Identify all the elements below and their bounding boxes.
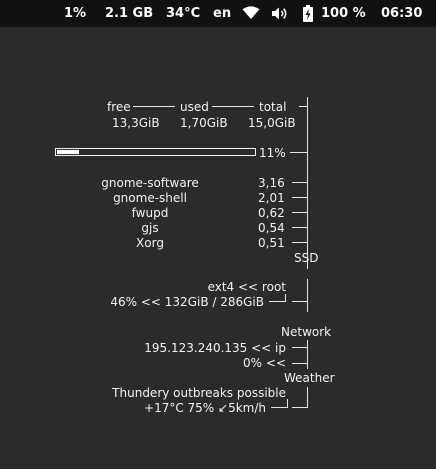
mem-header-used: used [180,100,209,114]
conky-border-network-section [307,340,308,369]
conky-border-ssd-section [307,279,308,312]
process-name: gnome-shell [113,191,187,205]
tick [271,407,287,408]
tick [292,242,307,243]
mem-header-total: total [259,100,287,114]
network-title: Network [281,325,332,339]
process-name: gjs [141,221,159,235]
ssd-title: SSD [294,251,319,265]
keyboard-layout-indicator[interactable]: en [213,6,231,21]
weather-details: +17°C 75% ↙5km/h [144,401,266,415]
header-separator [212,106,254,107]
memory-usage-percent: 11% [259,146,286,160]
battery-charging-icon[interactable] [303,5,313,22]
header-separator [133,106,175,107]
tick [292,407,308,408]
process-name: Xorg [136,236,164,250]
memory-usage-fill [57,150,79,154]
weather-summary: Thundery outbreaks possible [112,386,286,400]
wifi-icon[interactable] [242,6,260,20]
battery-percentage[interactable]: 100 % [321,6,366,21]
tick [292,212,307,213]
tick [292,347,307,348]
network-ip: 195.123.240.135 << ip [144,341,286,355]
tick [285,294,286,302]
tick [290,152,307,153]
clock[interactable]: 06:30 [381,6,422,21]
process-value: 0,51 [258,236,285,250]
desktop: free used total 13,3GiB 1,70GiB 15,0GiB … [0,27,436,469]
top-panel: 1% 2.1 GB 34°C en 100 % 06:30 [0,0,436,27]
tick [287,399,288,408]
volume-icon[interactable] [271,6,289,21]
cpu-indicator[interactable]: 1% [64,6,86,21]
weather-title: Weather [284,371,335,385]
mem-header-free: free [107,100,131,114]
tick [292,182,307,183]
mem-used-value: 1,70GiB [180,116,228,130]
mem-total-value: 15,0GiB [248,116,296,130]
network-traffic: 0% << [243,356,286,370]
conky-border-weather-section [307,387,308,407]
tick [292,363,307,364]
tick [292,197,307,198]
mem-free-value: 13,3GiB [112,116,160,130]
process-name: fwupd [131,206,169,220]
tick [269,301,285,302]
tick [292,227,307,228]
memory-indicator[interactable]: 2.1 GB [105,6,153,21]
tick [292,301,307,302]
process-name: gnome-software [101,176,199,190]
process-value: 0,54 [258,221,285,235]
memory-usage-bar [55,148,256,156]
ssd-mount: ext4 << root [207,280,286,294]
process-value: 0,62 [258,206,285,220]
process-value: 2,01 [258,191,285,205]
conky-border-top-section [307,97,308,269]
process-value: 3,16 [258,176,285,190]
temperature-indicator[interactable]: 34°C [166,6,200,21]
tick [299,106,307,107]
ssd-usage: 46% << 132GiB / 286GiB [110,295,264,309]
